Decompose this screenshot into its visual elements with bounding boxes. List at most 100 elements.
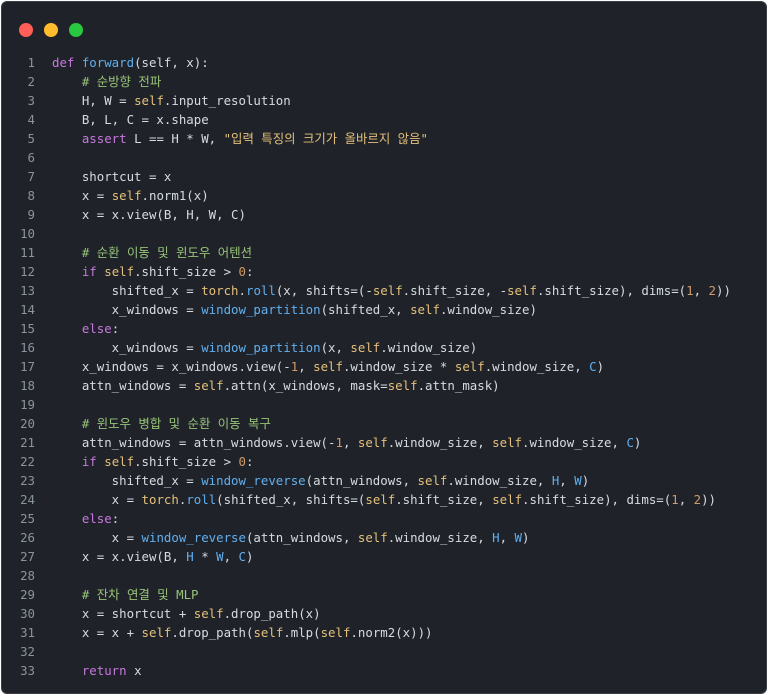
code-token: .shift_size > [134, 264, 239, 279]
code-token: .window_size, [484, 359, 590, 374]
code-token: self [365, 492, 396, 507]
code-token: shifted_x = [52, 283, 202, 298]
code-token: torch [201, 283, 239, 298]
minimize-button[interactable] [44, 23, 58, 37]
line-source: # 순방향 전파 [52, 72, 161, 91]
code-token: .input_resolution [163, 93, 291, 108]
code-line: 12 if self.shift_size > 0: [2, 262, 766, 281]
code-line: 5 assert L == H * W, "입력 특징의 크기가 올바르지 않음… [2, 129, 766, 148]
line-source: shortcut = x [52, 167, 172, 186]
line-source: x = x.view(B, H, W, C) [52, 205, 246, 224]
code-token: ) [633, 435, 642, 450]
line-number: 6 [27, 150, 35, 165]
code-token: .norm1(x) [141, 188, 209, 203]
code-token: self [417, 473, 448, 488]
code-token: H, W = [52, 93, 135, 108]
line-source: else: [52, 319, 119, 338]
code-line: 11 # 순환 이동 및 윈도우 어텐션 [2, 243, 766, 262]
code-token: 2 [708, 283, 716, 298]
line-number: 5 [27, 131, 35, 146]
code-token: self [253, 625, 284, 640]
code-token: roll [245, 283, 276, 298]
code-token: self [141, 625, 172, 640]
code-token: x_windows = [52, 302, 202, 317]
code-token: : [245, 264, 254, 279]
code-window: 1 def forward(self, x): 2 # 순방향 전파 3 H, W =… [1, 1, 767, 694]
code-token: , [559, 473, 575, 488]
code-token: (attn_windows, [305, 473, 418, 488]
code-token: .shift_size, [395, 492, 493, 507]
line-source: x = x + self.drop_path(self.mlp(self.nor… [52, 623, 433, 642]
code-token: . [238, 283, 246, 298]
line-number: 10 [20, 226, 35, 241]
code-token: x = [52, 492, 142, 507]
code-token: torch [141, 492, 179, 507]
code-token: .window_size) [380, 340, 478, 355]
close-button[interactable] [19, 23, 33, 37]
code-token: .window_size, [387, 435, 493, 450]
code-token: self [454, 359, 485, 374]
code-token: window_reverse [141, 530, 246, 545]
code-token: # 윈도우 병합 및 순환 이동 복구 [81, 416, 271, 431]
line-source: return x [52, 661, 142, 680]
line-number: 32 [20, 644, 35, 659]
code-token: .drop_path(x) [223, 606, 321, 621]
line-source: if self.shift_size > 0: [52, 262, 254, 281]
code-token: self [387, 378, 418, 393]
line-number: 25 [20, 511, 35, 526]
code-token: shortcut = x [52, 169, 172, 184]
line-number: 18 [20, 378, 35, 393]
line-number: 29 [20, 587, 35, 602]
line-number: 24 [20, 492, 35, 507]
code-token: if [81, 454, 105, 469]
line-source: shifted_x = torch.roll(x, shifts=(-self.… [52, 281, 731, 300]
line-number: 19 [20, 397, 35, 412]
line-number: 2 [27, 74, 35, 89]
line-number: 28 [20, 568, 35, 583]
line-number: 26 [20, 530, 35, 545]
code-token: W [514, 530, 523, 545]
code-token: ) [246, 549, 254, 564]
code-line: 24 x = torch.roll(shifted_x, shifts=(sel… [2, 490, 766, 509]
code-token: self [492, 492, 523, 507]
code-token: return [81, 663, 135, 678]
code-line: 14 x_windows = window_partition(shifted_… [2, 300, 766, 319]
code-token: .window_size) [439, 302, 537, 317]
code-token: C [626, 435, 634, 450]
code-token: (x, shifts=(- [275, 283, 373, 298]
line-number: 27 [20, 549, 35, 564]
code-token: # 잔차 연결 및 MLP [81, 587, 199, 602]
code-token: , [342, 435, 358, 450]
line-number: 31 [20, 625, 35, 640]
code-token: L == H * W, [134, 131, 224, 146]
line-number: 22 [20, 454, 35, 469]
code-token: 1 [671, 492, 679, 507]
code-token: C [589, 359, 597, 374]
code-token: .shift_size), dims=( [536, 283, 687, 298]
line-source: x = torch.roll(shifted_x, shifts=(self.s… [52, 490, 716, 509]
line-number: 11 [20, 245, 35, 260]
line-number: 20 [20, 416, 35, 431]
line-number: 15 [20, 321, 35, 336]
code-line: 20 # 윈도우 병합 및 순환 이동 복구 [2, 414, 766, 433]
code-token: : [245, 454, 254, 469]
code-token: assert [81, 131, 135, 146]
code-token: W [574, 473, 582, 488]
line-number: 23 [20, 473, 35, 488]
code-token: else [81, 511, 112, 526]
code-editor[interactable]: 1 def forward(self, x): 2 # 순방향 전파 3 H, W =… [2, 53, 766, 680]
line-source: x = x.view(B, H * W, C) [52, 547, 254, 566]
code-line: 26 x = window_reverse(attn_windows, self… [2, 528, 766, 547]
code-token: self [357, 435, 388, 450]
code-token: # 순방향 전파 [81, 74, 162, 89]
code-line: 22 if self.shift_size > 0: [2, 452, 766, 471]
zoom-button[interactable] [69, 23, 83, 37]
code-line: 1 def forward(self, x): [2, 53, 766, 72]
code-token: (x, [320, 340, 351, 355]
line-source: shifted_x = window_reverse(attn_windows,… [52, 471, 589, 490]
